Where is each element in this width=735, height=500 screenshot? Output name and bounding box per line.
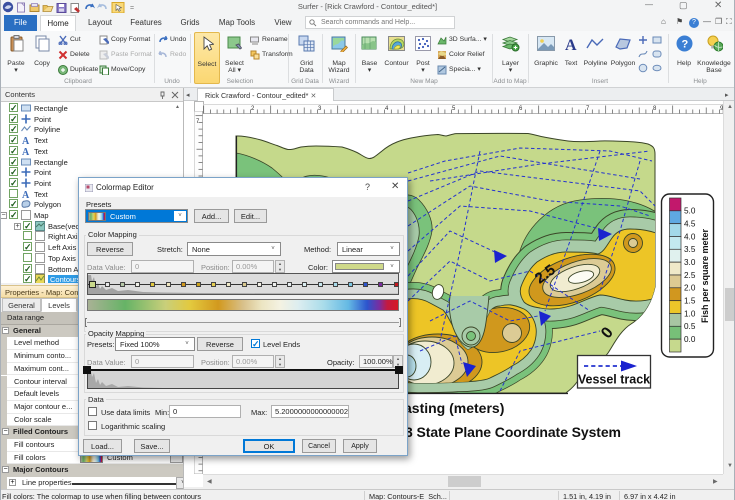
svg-text:3 State Plane Coordinate Syste: 3 State Plane Coordinate System: [405, 424, 621, 440]
svg-text:Vessel track: Vessel track: [578, 373, 650, 387]
svg-text:A: A: [565, 37, 577, 52]
svg-text:3.0: 3.0: [684, 258, 696, 267]
svg-text:3.5: 3.5: [684, 245, 696, 254]
svg-text:4.5: 4.5: [684, 219, 696, 228]
svg-text:2.5: 2.5: [684, 271, 696, 280]
svg-text:Fish per square meter: Fish per square meter: [700, 228, 710, 323]
svg-text:?: ?: [681, 39, 688, 51]
svg-text:asting (meters): asting (meters): [404, 400, 504, 416]
svg-text:A: A: [22, 190, 30, 199]
svg-text:A: A: [22, 136, 30, 145]
svg-text:0.0: 0.0: [684, 335, 696, 344]
svg-text:5.0: 5.0: [684, 207, 696, 216]
svg-text:A: A: [22, 147, 30, 156]
svg-text:1.5: 1.5: [684, 296, 696, 305]
svg-text:1.0: 1.0: [684, 309, 696, 318]
svg-text:4.0: 4.0: [684, 232, 696, 241]
svg-text:0.5: 0.5: [684, 322, 696, 331]
svg-text:2.0: 2.0: [684, 284, 696, 293]
